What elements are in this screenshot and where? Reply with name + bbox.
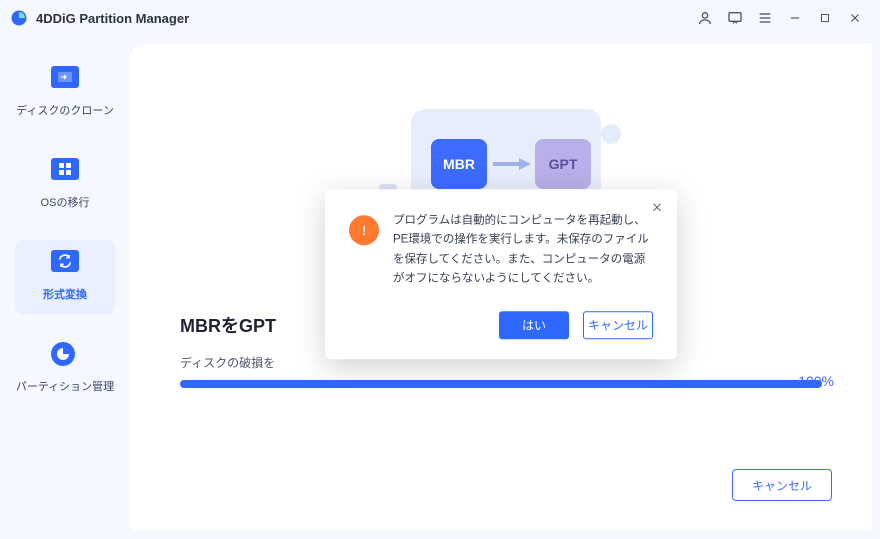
titlebar: 4DDiG Partition Manager	[0, 0, 880, 36]
format-convert-icon	[51, 250, 79, 278]
sidebar-item-label: ディスクのクローン	[16, 102, 114, 118]
sidebar-item-format-convert[interactable]: 形式変換	[15, 240, 115, 314]
sidebar: ディスクのクローン OSの移行 形式変換 パーティション管理	[0, 36, 130, 539]
feedback-icon[interactable]	[720, 3, 750, 33]
maximize-button[interactable]	[810, 3, 840, 33]
sidebar-item-partition-manage[interactable]: パーティション管理	[15, 332, 115, 406]
sidebar-item-label: 形式変換	[43, 286, 87, 302]
close-window-button[interactable]	[840, 3, 870, 33]
warning-icon	[349, 215, 379, 245]
conversion-heading: MBRをGPT	[180, 312, 276, 338]
sidebar-item-os-migration[interactable]: OSの移行	[15, 148, 115, 222]
os-migration-icon	[51, 158, 79, 186]
progress-bar-fill	[180, 380, 822, 388]
dialog-close-icon[interactable]	[647, 197, 667, 217]
progress-bar-track	[180, 380, 822, 388]
menu-icon[interactable]	[750, 3, 780, 33]
sidebar-item-label: OSの移行	[41, 194, 90, 210]
conversion-subtext: ディスクの破損を	[180, 354, 275, 371]
cancel-button[interactable]: キャンセル	[732, 469, 832, 501]
svg-text:GPT: GPT	[549, 156, 578, 172]
app-title: 4DDiG Partition Manager	[36, 11, 189, 26]
dialog-message: プログラムは自動的にコンピュータを再起動し、PE環境での操作を実行します。未保存…	[393, 211, 653, 289]
restart-confirm-dialog: プログラムは自動的にコンピュータを再起動し、PE環境での操作を実行します。未保存…	[325, 189, 677, 359]
sidebar-item-disk-clone[interactable]: ディスクのクローン	[15, 56, 115, 130]
main-panel: MBR GPT MBRをGPT ディスクの破損を 100% キャンセル	[130, 44, 872, 531]
disk-clone-icon	[51, 66, 79, 94]
dialog-confirm-button[interactable]: はい	[499, 311, 569, 339]
account-icon[interactable]	[690, 3, 720, 33]
progress-percent-label: 100%	[798, 373, 834, 389]
sidebar-item-label: パーティション管理	[16, 378, 114, 394]
dialog-cancel-button[interactable]: キャンセル	[583, 311, 653, 339]
partition-manage-icon	[51, 342, 79, 370]
svg-text:MBR: MBR	[443, 156, 475, 172]
minimize-button[interactable]	[780, 3, 810, 33]
app-logo-icon	[10, 9, 28, 27]
